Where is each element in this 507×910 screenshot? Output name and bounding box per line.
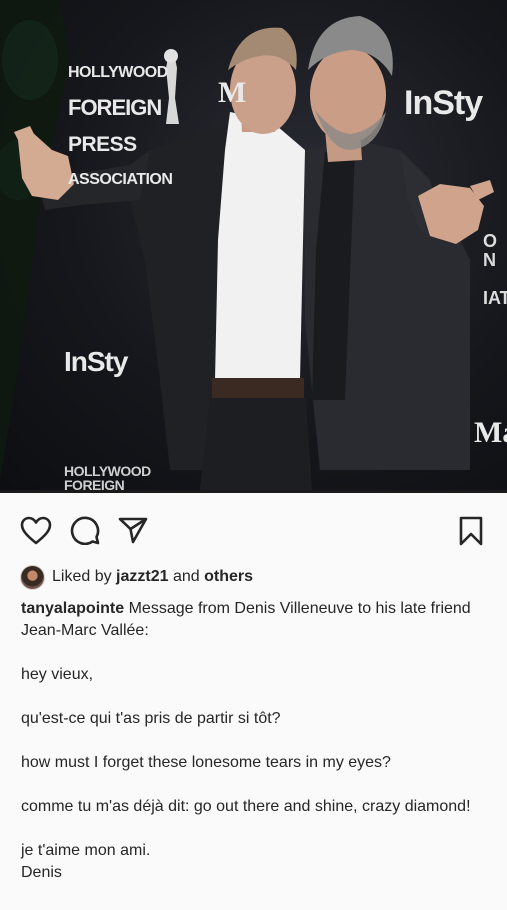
hfpa-line-4: ASSOCIATION [68,171,173,189]
hfpa-line-1: HOLLYWOOD [68,63,168,81]
caption-line: how must I forget these lonesome tears i… [21,754,391,771]
post-username[interactable]: tanyalapointe [21,600,124,617]
instyle-logo-left: InSty [64,346,128,377]
likes-connector: and [172,568,200,585]
magazine-logo-m: M [218,76,247,109]
share-icon[interactable] [118,516,148,544]
caption-first-paragraph: tanyalapointe Message from Denis Villene… [21,598,491,642]
post-photo[interactable]: HOLLYWOOD FOREIGN PRESS ASSOCIATION M In… [0,0,507,490]
comment-icon[interactable] [70,515,100,545]
likes-prefix: Liked by [52,568,112,585]
hfpa-logo-bottom: HOLLYWOOD FOREIGN [64,463,151,490]
action-bar [0,510,507,550]
caption-line: comme tu m'as déjà dit: go out there and… [21,798,471,815]
liker-username[interactable]: jazzt21 [116,568,168,586]
caption-signature: Denis [21,864,62,881]
likes-row[interactable]: Liked by jazzt21 and others [20,563,253,591]
caption-closing: je t'aime mon ami. [21,842,151,859]
magazine-logo-ma: Ma [474,416,507,449]
photo-divider [0,490,507,493]
post-caption: tanyalapointe Message from Denis Villene… [21,598,491,884]
hfpa-logo-text: HOLLYWOOD FOREIGN PRESS ASSOCIATION [68,48,173,205]
caption-line: qu'est-ce qui t'as pris de partir si tôt… [21,710,281,727]
caption-line: hey vieux, [21,666,94,683]
backdrop-partial-text: O N IATIO [483,231,507,308]
instyle-logo-top: InSty [404,84,483,122]
hfpa-line-3: PRESS [68,133,137,157]
heart-icon[interactable] [20,516,52,546]
likes-others-link[interactable]: others [204,568,253,586]
avatar[interactable] [20,564,45,590]
hfpa-line-2: FOREIGN [68,94,162,120]
bookmark-icon[interactable] [459,516,483,546]
